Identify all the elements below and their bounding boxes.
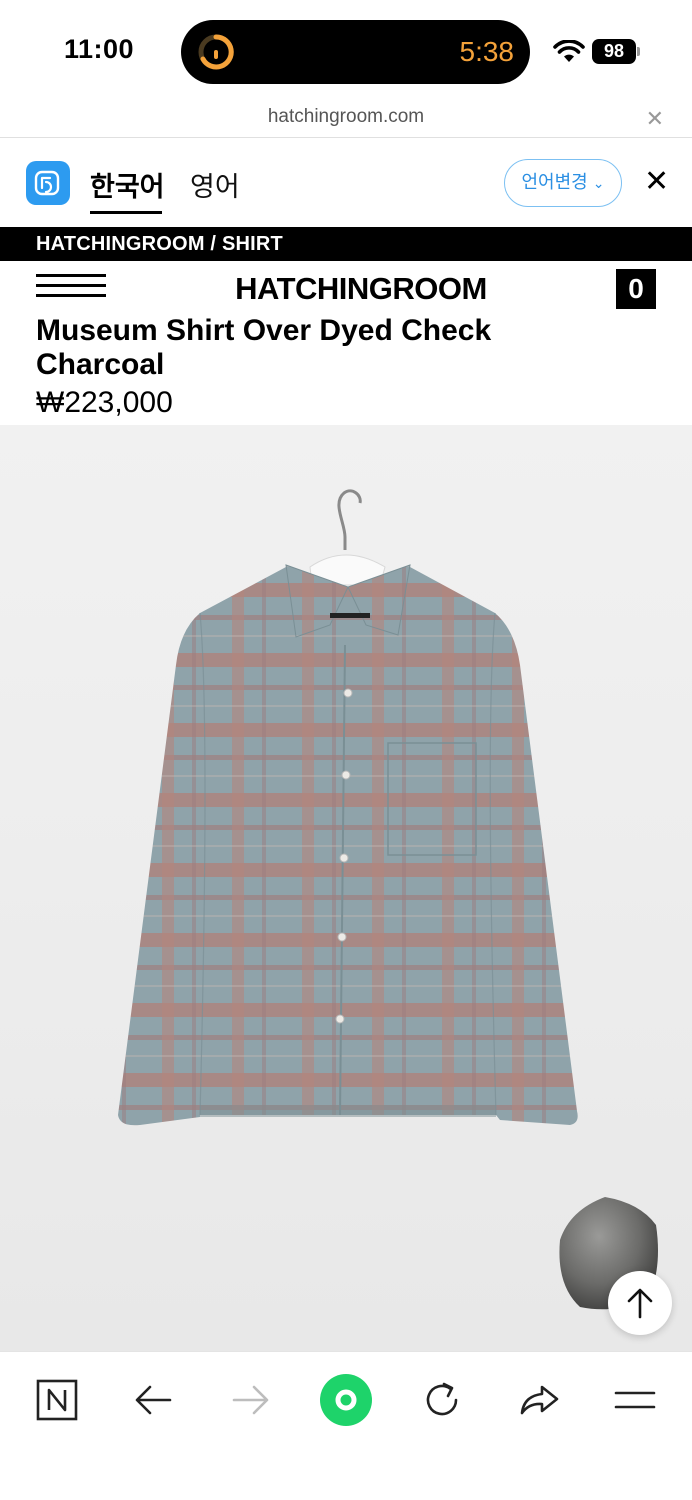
share-icon[interactable]: [515, 1376, 563, 1424]
site-logo[interactable]: HATCHINGROOM: [0, 271, 692, 307]
active-tab-underline: [90, 211, 162, 214]
breadcrumb: HATCHINGROOM / SHIRT: [0, 227, 692, 261]
battery-indicator: 98: [592, 39, 636, 64]
close-icon[interactable]: ✕: [644, 167, 669, 197]
bottom-toolbar: [0, 1351, 692, 1500]
url-close-icon[interactable]: ✕: [646, 106, 664, 132]
product-price: ₩223,000: [36, 386, 173, 419]
cart-count-badge[interactable]: 0: [616, 269, 656, 309]
change-language-button[interactable]: 언어변경 ⌄: [504, 159, 622, 207]
n-square-icon[interactable]: [33, 1376, 81, 1424]
status-bar: 11:00 5:38 98: [0, 0, 692, 100]
dynamic-island[interactable]: 5:38: [181, 20, 530, 84]
translate-bar: 한국어 영어 언어변경 ⌄ ✕: [0, 139, 692, 227]
chevron-down-icon: ⌄: [592, 175, 605, 191]
url-bar[interactable]: hatchingroom.com ✕: [0, 100, 692, 138]
product-title: Museum Shirt Over Dyed Check Charcoal: [36, 314, 492, 381]
arrow-left-icon[interactable]: [130, 1376, 178, 1424]
plaid-shirt-image: [118, 489, 658, 1310]
site-header: HATCHINGROOM 0: [0, 261, 692, 317]
green-circle-icon[interactable]: [318, 1372, 374, 1428]
menu-icon[interactable]: [611, 1376, 659, 1424]
tab-english[interactable]: 영어: [190, 165, 240, 204]
timer-icon: [198, 34, 234, 70]
timer-text: 5:38: [459, 36, 515, 67]
status-time: 11:00: [64, 34, 135, 64]
url-text[interactable]: hatchingroom.com: [0, 106, 692, 128]
product-image[interactable]: [0, 425, 692, 1351]
change-language-label: 언어변경: [521, 172, 588, 192]
reload-icon[interactable]: [418, 1376, 466, 1424]
wifi-icon: [553, 40, 585, 62]
papago-icon[interactable]: [26, 161, 70, 205]
arrow-up-icon: [627, 1288, 653, 1319]
battery-tip: [637, 47, 640, 56]
scroll-to-top-button[interactable]: [608, 1271, 672, 1335]
tab-korean[interactable]: 한국어: [90, 165, 165, 204]
arrow-right-icon[interactable]: [226, 1376, 274, 1424]
